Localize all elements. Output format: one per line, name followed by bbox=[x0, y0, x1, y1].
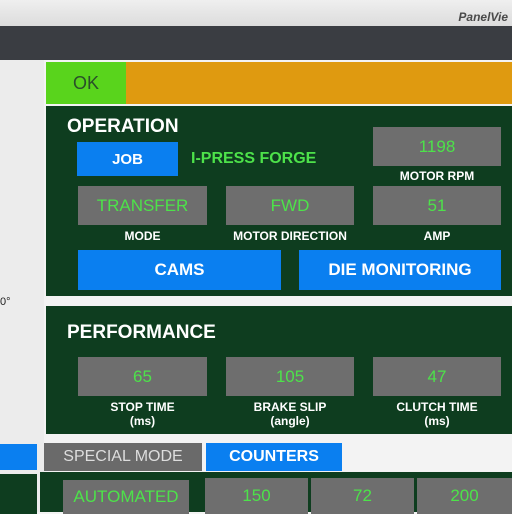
counter-value-1: 150 bbox=[205, 478, 308, 514]
cams-button[interactable]: CAMS bbox=[78, 250, 281, 290]
stop-time-value: 65 bbox=[78, 357, 207, 396]
motor-rpm-value: 1198 bbox=[373, 127, 501, 166]
status-alarm-bar bbox=[126, 62, 512, 104]
left-button[interactable] bbox=[0, 444, 37, 470]
mode-value: TRANSFER bbox=[78, 186, 207, 225]
amp-label: AMP bbox=[423, 229, 451, 243]
mode-label: MODE bbox=[124, 229, 161, 243]
motor-direction-label: MOTOR DIRECTION bbox=[233, 229, 347, 243]
clutch-time-value: 47 bbox=[373, 357, 501, 396]
job-button[interactable]: JOB bbox=[77, 142, 178, 176]
amp-value: 51 bbox=[373, 186, 501, 225]
counter-value-3: 200 bbox=[417, 478, 512, 514]
die-monitoring-button[interactable]: DIE MONITORING bbox=[299, 250, 501, 290]
operation-title: OPERATION bbox=[67, 116, 179, 137]
brake-slip-label: BRAKE SLIP (angle) bbox=[226, 400, 354, 428]
special-mode-value: AUTOMATED bbox=[63, 480, 189, 514]
counter-value-2: 72 bbox=[311, 478, 414, 514]
header-bar bbox=[0, 26, 512, 60]
brake-slip-value: 105 bbox=[226, 357, 354, 396]
brake-slip-unit: (angle) bbox=[270, 414, 310, 428]
tab-counters[interactable]: COUNTERS bbox=[206, 443, 342, 471]
tab-special-mode[interactable]: SPECIAL MODE bbox=[44, 443, 202, 471]
job-name: I-PRESS FORGE bbox=[191, 150, 317, 167]
stop-time-label: STOP TIME (ms) bbox=[78, 400, 207, 428]
brake-slip-label-text: BRAKE SLIP bbox=[253, 400, 327, 414]
display-bezel bbox=[0, 0, 512, 26]
stop-time-unit: (ms) bbox=[129, 414, 156, 428]
clutch-time-label: CLUTCH TIME (ms) bbox=[373, 400, 501, 428]
left-panel bbox=[0, 474, 37, 514]
status-ok-indicator: OK bbox=[46, 62, 126, 104]
stop-time-label-text: STOP TIME bbox=[110, 400, 175, 414]
left-readout: 0° bbox=[0, 296, 11, 308]
clutch-time-label-text: CLUTCH TIME bbox=[396, 400, 478, 414]
brand-logo: PanelVie bbox=[458, 10, 508, 24]
motor-direction-value: FWD bbox=[226, 186, 354, 225]
clutch-time-unit: (ms) bbox=[424, 414, 450, 428]
performance-title: PERFORMANCE bbox=[67, 322, 216, 343]
motor-rpm-label: MOTOR RPM bbox=[399, 169, 475, 183]
